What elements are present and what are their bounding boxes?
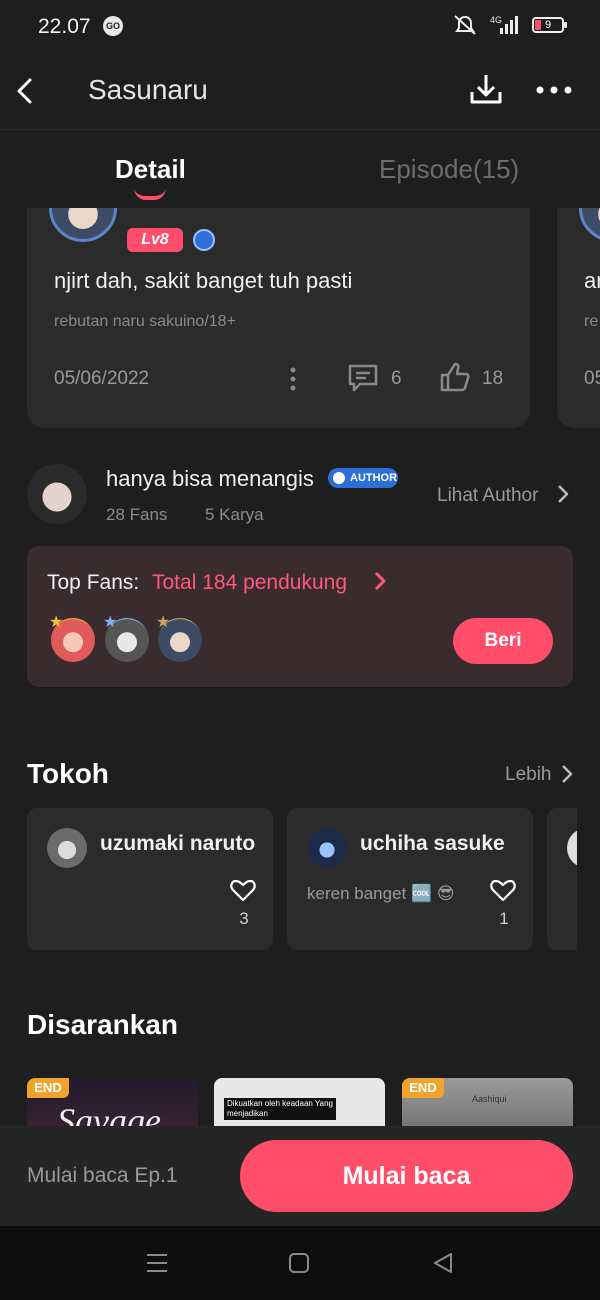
comment-subtext: rebutan naru sakuino/18+ <box>54 313 236 330</box>
diamond-icon <box>193 229 215 251</box>
characters-title: Tokoh <box>27 758 109 789</box>
status-icons: 4G 9 <box>452 14 567 36</box>
character-name: uzumaki naruto <box>100 832 256 855</box>
character-avatar <box>47 828 87 868</box>
mute-bell-icon <box>454 15 476 35</box>
recent-apps-icon[interactable] <box>146 1253 168 1273</box>
author-avatar[interactable] <box>27 464 87 524</box>
bottom-bar: Mulai baca Ep.1 Mulai baca <box>0 1126 600 1226</box>
character-likes: 1 <box>499 909 509 928</box>
start-episode-label[interactable]: Mulai baca Ep.1 <box>27 1164 178 1188</box>
end-badge: END <box>27 1078 69 1098</box>
author-fans: 28 Fans <box>106 505 168 524</box>
battery-level: 9 <box>544 19 552 31</box>
next-comment-date: 05 <box>584 368 600 389</box>
character-desc: keren banget 🆒 😎 <box>307 884 455 903</box>
thumbs-up-icon[interactable] <box>439 361 471 393</box>
status-time: 22.07 <box>38 15 91 38</box>
next-comment-card[interactable]: ar re 05 <box>557 198 600 428</box>
recommended-cover-text: Aashiqui <box>472 1094 507 1104</box>
recommended-cover-text: Dikuatkan oleh keadaan Yang menjadikan <box>224 1098 336 1120</box>
top-fans-total[interactable]: Total 184 pendukung <box>152 571 347 595</box>
like-count: 18 <box>482 368 504 389</box>
heart-icon[interactable] <box>230 878 256 902</box>
level-badge: Lv8 <box>127 228 183 252</box>
star-icon: ★ <box>156 614 171 631</box>
star-icon: ★ <box>103 614 118 631</box>
comment-date: 05/06/2022 <box>54 368 150 389</box>
status-bar: 22.07 GO 4G 9 <box>0 0 600 54</box>
top-fans-label: Top Fans: <box>47 571 140 594</box>
heart-icon[interactable] <box>490 878 516 902</box>
app-header: Sasunaru <box>0 54 600 130</box>
give-button[interactable]: Beri <box>453 618 553 664</box>
author-badge: AUTHOR <box>328 468 398 488</box>
download-icon[interactable] <box>468 72 504 108</box>
view-author-link[interactable]: Lihat Author <box>437 485 538 507</box>
next-character-card[interactable] <box>547 808 577 950</box>
character-card[interactable]: uzumaki naruto 3 <box>27 808 273 950</box>
comment-bubble-icon[interactable] <box>347 363 379 393</box>
comment-card[interactable]: Lv8 njirt dah, sakit banget tuh pasti re… <box>27 192 530 428</box>
tab-episode[interactable]: Episode(15) <box>379 154 519 185</box>
author-works: 5 Karya <box>205 505 264 524</box>
more-characters-link[interactable]: Lebih <box>505 764 552 786</box>
tab-detail[interactable]: Detail <box>115 154 186 185</box>
more-icon[interactable] <box>534 78 574 102</box>
recommended-title: Disarankan <box>27 1009 178 1040</box>
top-fans-card: Top Fans: Total 184 pendukung ★ ★ ★ Beri <box>27 546 573 687</box>
end-badge: END <box>402 1078 444 1098</box>
star-icon: ★ <box>49 614 64 631</box>
start-reading-button[interactable]: Mulai baca <box>240 1140 573 1212</box>
signal-icon: 4G <box>490 15 518 34</box>
comment-text: njirt dah, sakit banget tuh pasti <box>54 268 353 293</box>
home-icon[interactable] <box>289 1253 309 1273</box>
active-tab-indicator <box>134 188 166 200</box>
tab-bar: Detail Episode(15) <box>0 130 600 208</box>
author-badge-label: AUTHOR <box>350 472 398 484</box>
system-nav-bar <box>0 1226 600 1300</box>
next-comment-text: ar <box>584 268 600 293</box>
character-avatar <box>307 828 347 868</box>
character-name: uchiha sasuke <box>360 832 505 855</box>
kebab-menu-icon[interactable] <box>289 366 297 392</box>
character-card[interactable]: uchiha sasuke keren banget 🆒 😎 1 <box>287 808 533 950</box>
character-avatar <box>567 828 577 868</box>
chevron-right-icon[interactable] <box>373 570 387 592</box>
network-type: 4G <box>490 15 502 25</box>
chevron-right-icon[interactable] <box>556 483 570 505</box>
back-arrow-icon[interactable] <box>12 76 42 106</box>
battery-icon: 9 <box>532 17 567 33</box>
comment-count: 6 <box>391 368 402 389</box>
chevron-right-icon[interactable] <box>560 763 574 785</box>
page-title: Sasunaru <box>88 74 208 105</box>
author-name[interactable]: hanya bisa menangis <box>106 466 314 492</box>
go-badge-icon: GO <box>103 16 123 36</box>
next-comment-subtext: re <box>584 313 599 330</box>
nav-back-icon[interactable] <box>432 1252 454 1274</box>
author-badge-icon <box>330 469 348 487</box>
character-likes: 3 <box>239 909 249 928</box>
